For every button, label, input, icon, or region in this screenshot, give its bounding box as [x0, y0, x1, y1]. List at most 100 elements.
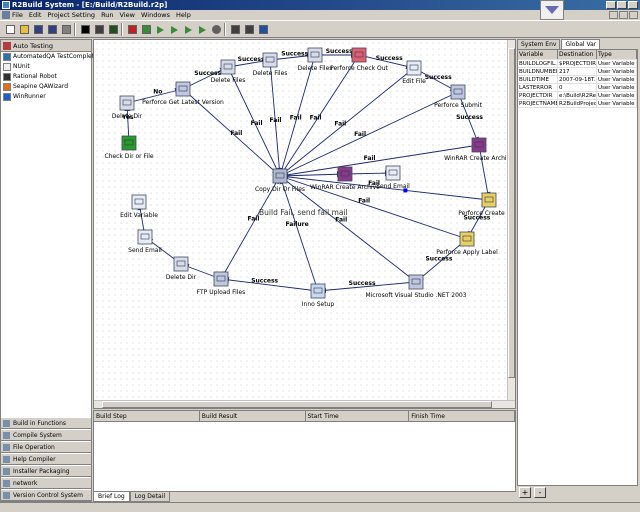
- mdi-close-button[interactable]: [629, 11, 638, 19]
- palette-item[interactable]: Rational Robot: [1, 72, 91, 82]
- menu-project-setting[interactable]: Project Setting: [47, 10, 95, 20]
- node-label: WinRAR Create Archive: [310, 184, 380, 191]
- mdi-minimize-button[interactable]: [609, 11, 618, 19]
- workflow-graph[interactable]: YesNoSuccessSuccessSuccess SuccessSuccess…: [94, 40, 508, 402]
- menu-windows[interactable]: Windows: [141, 10, 170, 20]
- canvas-horizontal-scrollbar[interactable]: [94, 400, 515, 408]
- node-submit[interactable]: Perforce Submit: [434, 84, 483, 109]
- save-all-button[interactable]: [46, 23, 59, 36]
- folder-icon: [173, 256, 189, 272]
- add-variable-button[interactable]: +: [519, 487, 531, 498]
- palette-category[interactable]: Installer Packaging: [1, 465, 91, 477]
- node-inno[interactable]: Inno Setup: [302, 283, 335, 308]
- remove-variable-button[interactable]: -: [534, 487, 546, 498]
- help-button[interactable]: [257, 23, 270, 36]
- pointer-button[interactable]: [79, 23, 92, 36]
- palette-item[interactable]: NUnit: [1, 62, 91, 72]
- menu-view[interactable]: View: [120, 10, 135, 20]
- column-header[interactable]: Build Result: [200, 411, 306, 421]
- connect-button[interactable]: [93, 23, 106, 36]
- palette-category[interactable]: Build in Functions: [1, 417, 91, 429]
- pointer-icon: [81, 25, 90, 34]
- node-copy[interactable]: Copy Dir Or Files: [255, 168, 305, 193]
- column-header[interactable]: Destination: [558, 50, 597, 59]
- column-header[interactable]: Variable: [518, 50, 558, 59]
- tab-system-env[interactable]: System Env: [517, 39, 561, 49]
- palette-item[interactable]: Seapine QAWizard: [1, 82, 91, 92]
- node-check[interactable]: Check Dir or File: [104, 135, 154, 160]
- tab-log-detail[interactable]: Log Detail: [129, 492, 170, 502]
- menu-edit[interactable]: Edit: [29, 10, 42, 20]
- node-createnew[interactable]: Perforce Create New: [458, 192, 508, 217]
- workflow-canvas[interactable]: Yes No Success Success Success Success Success…: [93, 39, 516, 409]
- zoom-in-button[interactable]: [229, 23, 242, 36]
- menu-file[interactable]: File: [12, 10, 23, 20]
- node-msvs[interactable]: Microsoft Visual Studio .NET 2003: [365, 274, 467, 299]
- node-applylabel[interactable]: Perforce Apply Label: [436, 231, 498, 256]
- palette-category[interactable]: Help Compiler: [1, 453, 91, 465]
- palette-item[interactable]: WinRunner: [1, 92, 91, 102]
- edge-inno-copy[interactable]: [279, 175, 319, 292]
- variables-panel: System Env Global Var Variable Destination…: [517, 39, 640, 502]
- print-button[interactable]: [60, 23, 73, 36]
- mdi-restore-button[interactable]: [619, 11, 628, 19]
- text-button[interactable]: [107, 23, 120, 36]
- palette-item-label: Rational Robot: [13, 73, 57, 80]
- canvas-annotation[interactable]: Build Fail, send fail mail: [259, 208, 348, 217]
- table-row[interactable]: LASTERROR 0 User Variable: [518, 84, 637, 92]
- node-deldir2[interactable]: Delete Dir: [166, 256, 197, 281]
- node-deldir1[interactable]: Delete Dir: [112, 95, 143, 120]
- palette-category[interactable]: network: [1, 477, 91, 489]
- run-all-button[interactable]: [182, 23, 195, 36]
- palette-category[interactable]: Version Control System: [1, 489, 91, 501]
- node-sendemail1[interactable]: Send Email: [128, 229, 162, 254]
- document-icon[interactable]: [2, 11, 10, 19]
- palette-category[interactable]: File Operation: [1, 441, 91, 453]
- run-button[interactable]: [168, 23, 181, 36]
- column-header[interactable]: Build Step: [94, 411, 200, 421]
- zoom-out-button[interactable]: [243, 23, 256, 36]
- close-button[interactable]: [628, 1, 638, 9]
- table-row[interactable]: BUILDNUMBER 217 User Variable: [518, 68, 637, 76]
- pause-button[interactable]: [140, 23, 153, 36]
- palette-header[interactable]: Auto Testing: [1, 40, 91, 52]
- edge-label: Success: [456, 114, 483, 121]
- table-row[interactable]: BUILDTIME 2007-09-18T... User Variable: [518, 76, 637, 84]
- save-button[interactable]: [32, 23, 45, 36]
- column-header[interactable]: Finish Time: [409, 411, 515, 421]
- node-editvar[interactable]: Edit Variable: [120, 194, 158, 219]
- step-over-button[interactable]: [196, 23, 209, 36]
- canvas-vertical-scrollbar[interactable]: [507, 40, 515, 408]
- maximize-button[interactable]: [617, 1, 627, 9]
- file-icon: [307, 47, 323, 63]
- column-header[interactable]: Type: [597, 50, 637, 59]
- edge-label: Fail: [364, 155, 376, 162]
- edge-winrar1-createnew[interactable]: [478, 144, 491, 201]
- halt-button[interactable]: [210, 23, 223, 36]
- table-cell: PROJECTDIR: [518, 92, 558, 99]
- node-label: Check Dir or File: [104, 153, 153, 160]
- node-winrar1[interactable]: WinRAR Create Archive: [444, 137, 508, 162]
- palette-category[interactable]: Compile System: [1, 429, 91, 441]
- table-cell: User Variable: [597, 60, 637, 67]
- table-row[interactable]: PROJECTNAME R2BuildProject User Variable: [518, 100, 637, 108]
- new-button[interactable]: [4, 23, 17, 36]
- open-button[interactable]: [18, 23, 31, 36]
- tab-global-var[interactable]: Global Var: [561, 39, 601, 49]
- tool-icon: [3, 63, 11, 71]
- node-ftp[interactable]: FTP Upload Files: [197, 271, 246, 296]
- stop-button[interactable]: [126, 23, 139, 36]
- menu-help[interactable]: Help: [176, 10, 191, 20]
- minimize-button[interactable]: [606, 1, 616, 9]
- tab-brief-log[interactable]: Brief Log: [93, 492, 130, 502]
- node-sendemail2[interactable]: Send Email: [376, 165, 410, 190]
- edge-label: Success: [376, 55, 403, 62]
- column-header[interactable]: Start Time: [306, 411, 410, 421]
- palette-item[interactable]: AutomatedQA TestComplete: [1, 52, 98, 62]
- edge-label: Fail: [334, 120, 346, 127]
- step-button[interactable]: [154, 23, 167, 36]
- table-row[interactable]: BUILDLOGFIL... $PROJECTDIR... User Variabl…: [518, 60, 637, 68]
- node-label: Delete Files: [298, 65, 333, 72]
- table-row[interactable]: PROJECTDIRe:\Build\R2Rel...User Variable: [518, 92, 637, 100]
- menu-run[interactable]: Run: [101, 10, 113, 20]
